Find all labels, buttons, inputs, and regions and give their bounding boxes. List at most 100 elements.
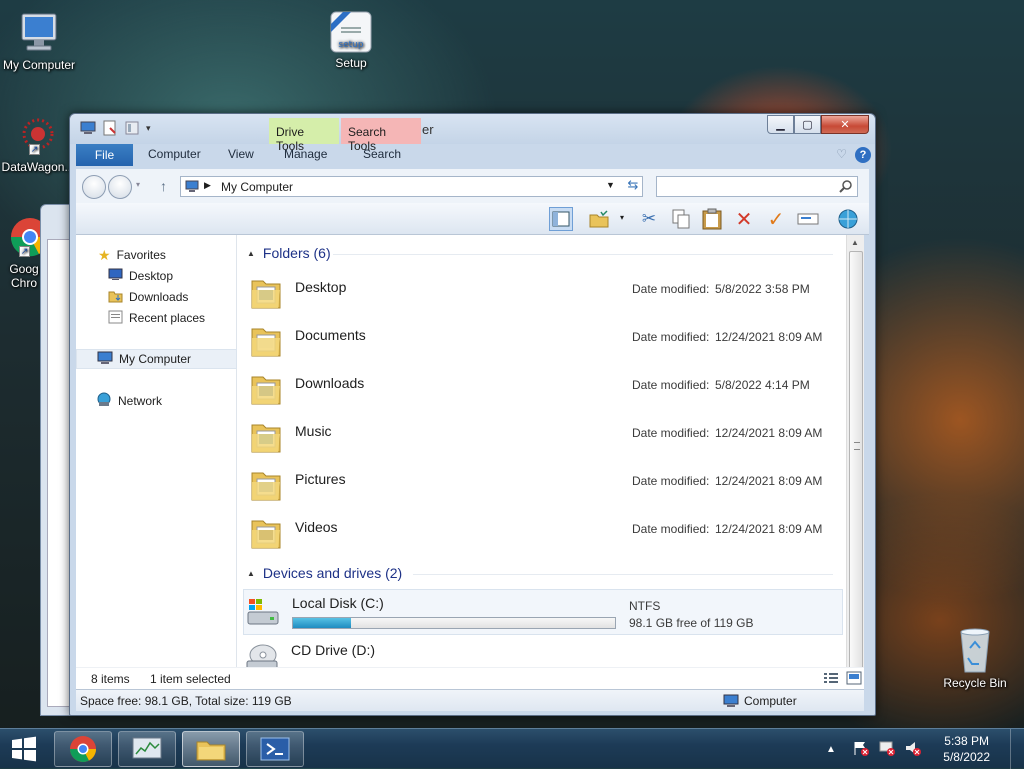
close-button[interactable]: ✕ [821, 115, 869, 134]
maximize-button[interactable]: ▢ [794, 115, 821, 134]
folder-row[interactable]: Pictures Date modified: 12/24/2021 8:09 AM [247, 465, 837, 513]
folder-row[interactable]: Documents Date modified: 12/24/2021 8:09 A… [247, 321, 837, 369]
desktop-icon-datawagon[interactable]: ↗ DataWagon... [0, 114, 80, 174]
recent-locations-icon[interactable]: ▾ [136, 180, 140, 189]
computer-icon [16, 10, 62, 56]
title-bar[interactable]: ▾ Drive Tools Search Tools er ▁ ▢ ✕ [70, 114, 875, 153]
tab-file[interactable]: File [76, 144, 133, 166]
refresh-icon[interactable]: ⇆ [624, 177, 642, 195]
select-folder-icon [589, 210, 609, 228]
folder-icon [249, 273, 283, 316]
drive-usage-bar [292, 617, 616, 629]
folder-row[interactable]: Downloads Date modified: 5/8/2022 4:14 PM [247, 369, 837, 417]
date-modified-value: 12/24/2021 8:09 AM [715, 426, 823, 440]
back-button[interactable] [82, 175, 106, 199]
date-modified-label: Date modified: [632, 378, 710, 392]
tab-search[interactable]: Search [363, 147, 401, 161]
breadcrumb-arrow-icon[interactable]: ▶ [204, 180, 211, 191]
drive-row-local-disk[interactable]: Local Disk (C:) NTFS 98.1 GB free of 119… [243, 589, 843, 635]
pane-layout-icon [552, 211, 570, 227]
monitor-chart-icon [132, 737, 162, 759]
folder-name: Pictures [295, 471, 346, 487]
minimize-button[interactable]: ▁ [767, 115, 794, 134]
vertical-scrollbar[interactable]: ▲ ▼ [846, 235, 864, 687]
new-folder-icon[interactable] [124, 120, 140, 136]
properties-icon[interactable] [102, 120, 118, 136]
nav-item-desktop[interactable]: Desktop [76, 266, 237, 286]
windows-logo-icon [12, 736, 36, 762]
address-dropdown-icon[interactable]: ▼ [606, 180, 615, 190]
breadcrumb[interactable]: My Computer [221, 180, 293, 194]
details-view-icon[interactable] [823, 671, 839, 688]
volume-muted-icon[interactable] [904, 740, 922, 759]
taskbar-explorer-button[interactable] [182, 731, 240, 767]
taskbar-chrome-button[interactable] [54, 731, 112, 767]
content-pane: ▲ Folders (6) Desktop Date modified: 5/8/2… [237, 235, 846, 687]
start-button[interactable] [6, 733, 42, 765]
help-icon[interactable]: ? [855, 147, 871, 163]
search-field[interactable] [656, 176, 858, 197]
folder-icon [249, 369, 283, 412]
datawagon-icon: ↗ [15, 114, 61, 158]
folder-row[interactable]: Music Date modified: 12/24/2021 8:09 AM [247, 417, 837, 465]
customize-qat-icon[interactable]: ▾ [146, 123, 151, 134]
scroll-up-icon[interactable]: ▲ [851, 238, 859, 247]
window-title-fragment: er [422, 122, 434, 137]
expand-ribbon-icon[interactable]: ♡ [836, 147, 847, 161]
folder-row[interactable]: Desktop Date modified: 5/8/2022 3:58 PM [247, 273, 837, 321]
clock[interactable]: 5:38 PM 5/8/2022 [943, 733, 990, 765]
select-dropdown-icon[interactable]: ▾ [620, 213, 624, 222]
up-arrow-icon[interactable]: ↑ [160, 178, 167, 194]
delete-button[interactable]: ✕ [732, 207, 756, 231]
nav-item-my-computer[interactable]: My Computer [76, 349, 237, 369]
show-desktop-button[interactable] [1010, 729, 1024, 769]
search-icon[interactable] [839, 179, 853, 196]
scrollbar-thumb[interactable] [849, 251, 863, 671]
taskbar-powershell-button[interactable] [246, 731, 304, 767]
search-input[interactable] [657, 177, 833, 196]
cut-button[interactable]: ✂ [637, 207, 661, 231]
taskbar-task-manager-button[interactable] [118, 731, 176, 767]
downloads-folder-icon [108, 289, 123, 306]
select-all-button[interactable] [587, 207, 611, 231]
navigation-pane-toggle-button[interactable] [549, 207, 573, 231]
desktop-icon-my-computer[interactable]: My Computer [0, 10, 81, 72]
date-modified-value: 12/24/2021 8:09 AM [715, 330, 823, 344]
tab-manage[interactable]: Manage [284, 147, 327, 161]
desktop-icon-recycle-bin[interactable]: Recycle Bin [933, 626, 1017, 690]
nav-item-favorites[interactable]: ★ Favorites [76, 245, 237, 265]
context-tab-search-tools[interactable]: Search Tools [341, 118, 421, 153]
date-modified-label: Date modified: [632, 522, 710, 536]
forward-button[interactable] [108, 175, 132, 199]
nav-item-recent-places[interactable]: Recent places [76, 308, 237, 328]
item-count: 8 items [91, 672, 130, 686]
nav-item-network[interactable]: Network [76, 391, 237, 411]
action-center-flag-icon[interactable] [852, 740, 870, 759]
collapse-triangle-icon: ▲ [247, 568, 255, 578]
group-header-devices[interactable]: ▲ Devices and drives (2) [247, 565, 402, 581]
rename-icon [797, 213, 819, 225]
nav-item-downloads[interactable]: Downloads [76, 287, 237, 307]
folder-row[interactable]: Videos Date modified: 12/24/2021 8:09 AM [247, 513, 837, 561]
copy-button[interactable] [669, 207, 693, 231]
tiles-view-icon[interactable] [846, 671, 862, 688]
network-status-icon[interactable] [878, 740, 896, 759]
folder-name: Documents [295, 327, 366, 343]
rename-button[interactable] [796, 207, 820, 231]
drive-filesystem: NTFS [629, 599, 661, 613]
context-tab-drive-tools[interactable]: Drive Tools [269, 118, 339, 153]
ribbon-tabs: File Computer View Manage Search ♡ ? [70, 144, 875, 166]
date-modified-value: 12/24/2021 8:09 AM [715, 522, 823, 536]
explorer-window: ▾ Drive Tools Search Tools er ▁ ▢ ✕ File… [69, 113, 876, 716]
desktop-icon-setup[interactable]: setup Setup [309, 10, 393, 70]
network-button[interactable] [836, 207, 860, 231]
properties-button[interactable]: ✓ [764, 207, 788, 231]
group-header-folders[interactable]: ▲ Folders (6) [247, 245, 331, 261]
show-hidden-icons-icon[interactable]: ▲ [826, 744, 836, 755]
tab-view[interactable]: View [228, 147, 254, 161]
paste-button[interactable] [700, 207, 724, 231]
tab-computer[interactable]: Computer [148, 147, 201, 161]
powershell-icon [260, 737, 290, 761]
address-field[interactable]: ▶ My Computer ▼ [180, 176, 643, 197]
computer-icon [80, 120, 96, 136]
